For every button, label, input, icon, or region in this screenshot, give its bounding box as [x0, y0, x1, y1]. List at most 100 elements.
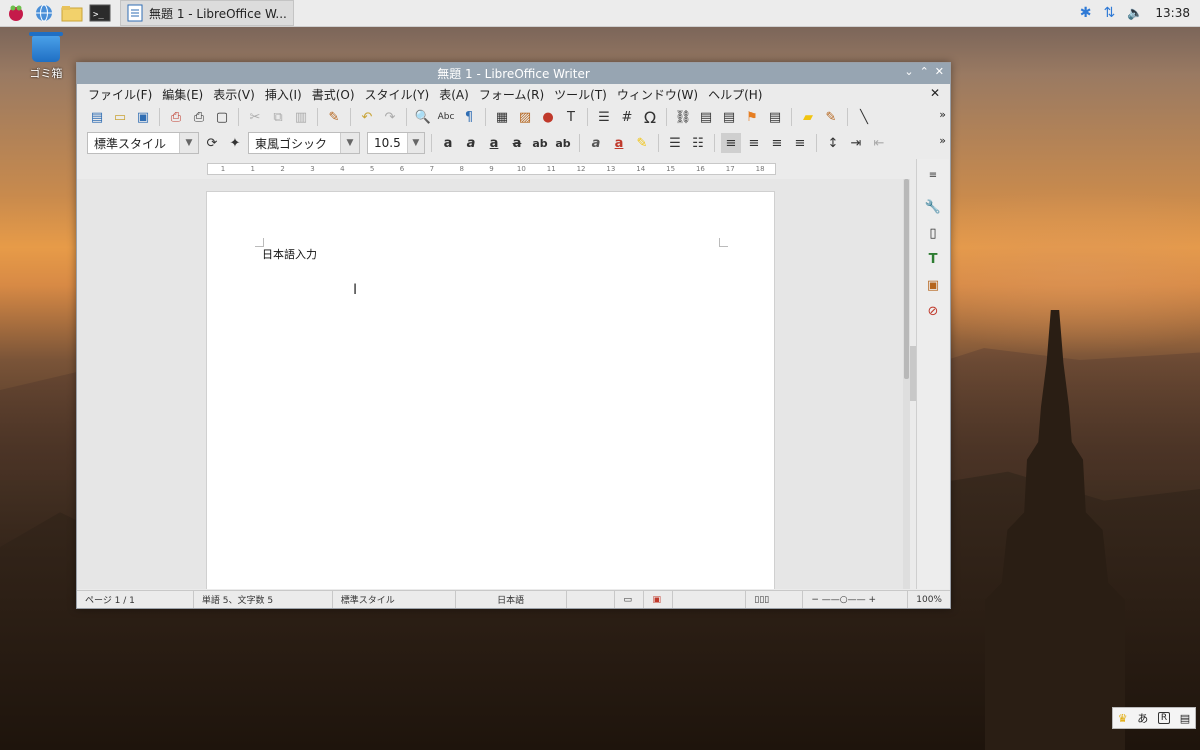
line-spacing-icon[interactable]: ↕ — [823, 133, 843, 153]
spelling-icon[interactable]: Abc — [436, 107, 456, 127]
justify-icon[interactable]: ≡ — [790, 133, 810, 153]
page-icon[interactable]: ▯ — [923, 223, 943, 243]
font-name-select[interactable]: 東風ゴシック ▼ — [248, 132, 360, 154]
maximize-icon[interactable]: ⌃ — [920, 65, 929, 78]
ime-registered[interactable]: R — [1157, 712, 1171, 724]
menu-view[interactable]: 表示(V) — [208, 86, 260, 103]
bold-icon[interactable]: a — [438, 133, 458, 153]
subscript-icon[interactable]: ab — [553, 133, 573, 153]
document-page[interactable]: 日本語入力 I — [206, 191, 775, 589]
document-area[interactable]: 日本語入力 I — [77, 179, 910, 589]
menu-table[interactable]: 表(A) — [434, 86, 474, 103]
hyperlink-icon[interactable]: ⛓ — [673, 107, 693, 127]
undo-icon[interactable]: ↶ — [357, 107, 377, 127]
toolbar-overflow-icon[interactable]: » — [939, 108, 946, 121]
align-center-icon[interactable]: ≡ — [744, 133, 764, 153]
close-window-icon[interactable]: ✕ — [935, 65, 944, 78]
styles-icon[interactable]: T — [923, 249, 943, 269]
menu-help[interactable]: ヘルプ(H) — [703, 86, 767, 103]
copy-icon[interactable]: ⧉ — [268, 107, 288, 127]
export-pdf-icon[interactable]: ⎙ — [166, 107, 186, 127]
italic-icon[interactable]: a — [461, 133, 481, 153]
paste-icon[interactable]: ▥ — [291, 107, 311, 127]
print-preview-icon[interactable]: ▢ — [212, 107, 232, 127]
open-icon[interactable]: ▭ — [110, 107, 130, 127]
bookmark-icon[interactable]: ⚑ — [742, 107, 762, 127]
decrease-indent-icon[interactable]: ⇤ — [869, 133, 889, 153]
menu-tools[interactable]: ツール(T) — [549, 86, 612, 103]
clock[interactable]: 13:38 — [1155, 6, 1190, 20]
line-icon[interactable]: ╲ — [854, 107, 874, 127]
align-left-icon[interactable]: ≡ — [721, 133, 741, 153]
paragraph-style-select[interactable]: 標準スタイル ▼ — [87, 132, 199, 154]
volume-icon[interactable]: 🔈 — [1127, 6, 1143, 21]
status-language[interactable]: 日本語 — [456, 591, 567, 608]
track-changes-icon[interactable]: ✎ — [821, 107, 841, 127]
clear-formatting-icon[interactable]: a — [586, 133, 606, 153]
footnote-icon[interactable]: ▤ — [696, 107, 716, 127]
zoom-slider[interactable]: − ——○—— + — [803, 591, 907, 608]
menu-form[interactable]: フォーム(R) — [474, 86, 549, 103]
navigator-icon[interactable]: ⊘ — [923, 301, 943, 321]
taskbar-writer-button[interactable]: 無題 1 - LibreOffice W... — [120, 0, 294, 26]
ime-keyboard-icon[interactable]: ▤ — [1180, 712, 1190, 725]
status-page[interactable]: ページ 1 / 1 — [77, 591, 194, 608]
properties-icon[interactable]: 🔧 — [923, 197, 943, 217]
raspberry-menu-icon[interactable] — [4, 2, 28, 24]
minimize-icon[interactable]: ⌄ — [904, 65, 913, 78]
document-modified-icon[interactable]: ▣ — [644, 591, 674, 608]
new-document-icon[interactable]: ▤ — [87, 107, 107, 127]
ime-mode[interactable]: あ — [1137, 710, 1148, 726]
comment-icon[interactable]: ▰ — [798, 107, 818, 127]
zoom-value[interactable]: 100% — [907, 591, 950, 608]
numbered-list-icon[interactable]: ☷ — [688, 133, 708, 153]
gallery-icon[interactable]: ▣ — [923, 275, 943, 295]
menu-window[interactable]: ウィンドウ(W) — [612, 86, 703, 103]
ime-crown-icon[interactable]: ♛ — [1118, 712, 1128, 725]
font-color-icon[interactable]: a — [609, 133, 629, 153]
status-word-count[interactable]: 単語 5、文字数 5 — [194, 591, 333, 608]
save-icon[interactable]: ▣ — [133, 107, 153, 127]
find-replace-icon[interactable]: 🔍 — [413, 107, 433, 127]
status-page-style[interactable]: 標準スタイル — [333, 591, 456, 608]
bullet-list-icon[interactable]: ☰ — [665, 133, 685, 153]
trash-desktop-icon[interactable]: ゴミ箱 — [24, 32, 68, 81]
window-titlebar[interactable]: 無題 1 - LibreOffice Writer ⌄ ⌃ ✕ — [77, 63, 950, 84]
insert-chart-icon[interactable]: ● — [538, 107, 558, 127]
print-icon[interactable]: ⎙ — [189, 107, 209, 127]
menu-edit[interactable]: 編集(E) — [157, 86, 208, 103]
network-icon[interactable]: ⇅ — [1103, 5, 1115, 21]
horizontal-ruler[interactable]: 1 1 2 3 4 5 6 7 8 9 10 11 12 13 14 15 16… — [207, 163, 776, 175]
underline-icon[interactable]: a — [484, 133, 504, 153]
insert-field-icon[interactable]: # — [617, 107, 637, 127]
special-character-icon[interactable]: Ω — [640, 107, 660, 127]
new-style-icon[interactable]: ✦ — [225, 133, 245, 153]
insert-image-icon[interactable]: ▨ — [515, 107, 535, 127]
strikethrough-icon[interactable]: a — [507, 133, 527, 153]
align-right-icon[interactable]: ≡ — [767, 133, 787, 153]
scrollbar-thumb[interactable] — [904, 179, 909, 379]
terminal-icon[interactable]: >_ — [88, 2, 112, 24]
insert-table-icon[interactable]: ▦ — [492, 107, 512, 127]
highlight-color-icon[interactable]: ✎ — [632, 133, 652, 153]
file-manager-icon[interactable] — [60, 2, 84, 24]
superscript-icon[interactable]: ab — [530, 133, 550, 153]
close-document-icon[interactable]: ✕ — [930, 86, 940, 100]
clone-formatting-icon[interactable]: ✎ — [324, 107, 344, 127]
bluetooth-icon[interactable]: ✱ — [1080, 5, 1092, 21]
menu-styles[interactable]: スタイル(Y) — [360, 86, 435, 103]
menu-insert[interactable]: 挿入(I) — [260, 86, 307, 103]
vertical-scrollbar[interactable] — [903, 179, 910, 589]
endnote-icon[interactable]: ▤ — [719, 107, 739, 127]
font-size-select[interactable]: 10.5 ▼ — [367, 132, 425, 154]
browser-icon[interactable] — [32, 2, 56, 24]
cut-icon[interactable]: ✂ — [245, 107, 265, 127]
insert-textbox-icon[interactable]: T — [561, 107, 581, 127]
increase-indent-icon[interactable]: ⇥ — [846, 133, 866, 153]
document-text[interactable]: 日本語入力 — [262, 246, 317, 262]
view-layout-icon[interactable]: ▯▯▯ — [746, 591, 804, 608]
redo-icon[interactable]: ↷ — [380, 107, 400, 127]
page-break-icon[interactable]: ☰ — [594, 107, 614, 127]
toolbar-overflow-icon[interactable]: » — [939, 134, 946, 147]
update-style-icon[interactable]: ⟳ — [202, 133, 222, 153]
